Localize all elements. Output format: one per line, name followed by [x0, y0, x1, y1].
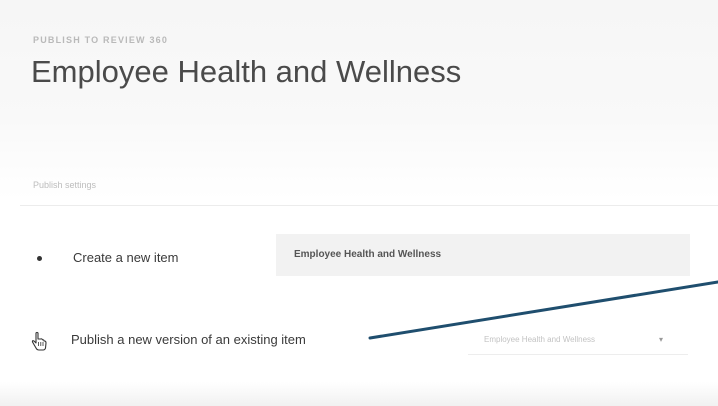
- existing-item-select-value: Employee Health and Wellness: [484, 335, 596, 344]
- page-eyebrow: PUBLISH TO REVIEW 360: [33, 35, 169, 45]
- radio-create-new-item[interactable]: [37, 256, 42, 261]
- option-label-publish-new-version[interactable]: Publish a new version of an existing ite…: [71, 332, 306, 347]
- section-label-publish-settings: Publish settings: [33, 180, 97, 190]
- bottom-fade: [0, 382, 718, 406]
- existing-item-select[interactable]: Employee Health and Wellness ▾: [468, 327, 688, 355]
- chevron-down-icon: ▾: [659, 335, 664, 344]
- page-title: Employee Health and Wellness: [31, 54, 462, 89]
- new-item-name-input[interactable]: Employee Health and Wellness: [276, 234, 690, 276]
- hand-pointer-icon: [30, 331, 48, 353]
- section-divider: [20, 205, 718, 206]
- publish-dialog: PUBLISH TO REVIEW 360 Employee Health an…: [0, 0, 718, 406]
- option-label-create-new-item[interactable]: Create a new item: [73, 250, 179, 265]
